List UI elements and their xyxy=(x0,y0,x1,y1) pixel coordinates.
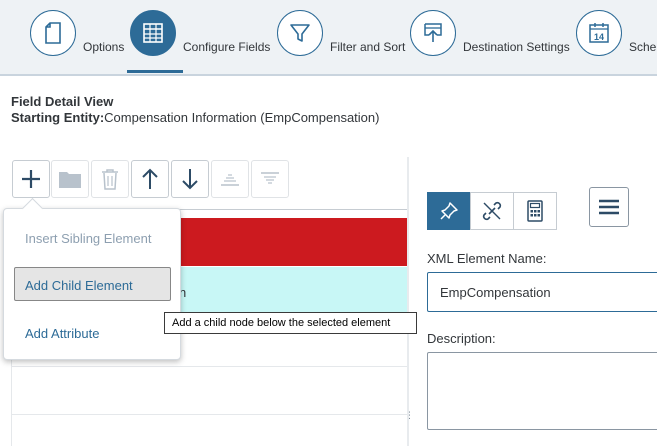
menu-button[interactable] xyxy=(589,187,629,227)
starting-entity: Starting Entity:Compensation Information… xyxy=(11,110,379,125)
starting-entity-label: Starting Entity: xyxy=(11,110,105,125)
calendar-14-icon: 14 xyxy=(576,10,622,56)
page-title: Field Detail View xyxy=(11,94,114,109)
xml-element-name-input[interactable] xyxy=(427,272,657,312)
svg-text:14: 14 xyxy=(594,32,604,42)
tab-unlink[interactable] xyxy=(470,192,514,230)
delete-button[interactable] xyxy=(91,160,129,198)
tab-pin[interactable] xyxy=(427,192,471,230)
hamburger-icon xyxy=(599,199,619,215)
wizard-step-label: Filter and Sort xyxy=(330,40,406,54)
add-button[interactable] xyxy=(12,160,50,198)
row-divider xyxy=(11,366,407,367)
folder-icon xyxy=(59,172,81,188)
add-menu-popover: Insert Sibling Element Add Child Element… xyxy=(3,197,181,360)
menu-item-add-child-element[interactable]: Add Child Element xyxy=(25,278,133,293)
row-divider xyxy=(11,414,407,415)
tab-calculator[interactable] xyxy=(513,192,557,230)
pane-splitter[interactable] xyxy=(407,157,409,446)
upload-tray-icon xyxy=(410,10,456,56)
move-up-button[interactable] xyxy=(131,160,169,198)
plus-icon xyxy=(22,170,40,188)
popover-arrow xyxy=(21,197,44,220)
pin-icon xyxy=(440,202,458,220)
wizard-step-label: Options xyxy=(83,40,125,54)
active-step-indicator xyxy=(127,70,183,73)
filter-funnel-icon xyxy=(277,10,323,56)
wizard-step-label: Destination Settings xyxy=(463,40,570,54)
arrow-up-icon xyxy=(142,168,158,189)
menu-item-add-attribute[interactable]: Add Attribute xyxy=(25,326,99,341)
move-down-button[interactable] xyxy=(171,160,209,198)
align-top-button[interactable] xyxy=(251,160,289,198)
trash-icon xyxy=(102,169,118,190)
unlink-icon xyxy=(482,201,502,221)
wizard-step-label: Configure Fields xyxy=(183,40,271,54)
folder-button[interactable] xyxy=(51,160,89,198)
wizard-step-bar: Options Configure Fields Filter and Sort xyxy=(0,0,657,76)
wizard-step-label: Sche xyxy=(629,40,657,54)
table-grid-icon xyxy=(130,10,176,56)
resize-grip-icon[interactable]: ⋮ xyxy=(405,410,414,421)
calculator-icon xyxy=(527,200,543,222)
align-bottom-button[interactable] xyxy=(211,160,249,198)
align-top-icon xyxy=(261,172,279,184)
arrow-down-icon xyxy=(182,169,198,190)
xml-element-name-label: XML Element Name: xyxy=(427,251,547,266)
description-label: Description: xyxy=(427,331,496,346)
description-textarea[interactable] xyxy=(427,352,657,430)
document-icon xyxy=(30,10,76,56)
tooltip: Add a child node below the selected elem… xyxy=(164,312,417,334)
align-bottom-icon xyxy=(221,174,239,186)
starting-entity-value: Compensation Information (EmpCompensatio… xyxy=(104,110,380,125)
menu-item-insert-sibling-element[interactable]: Insert Sibling Element xyxy=(25,231,151,246)
